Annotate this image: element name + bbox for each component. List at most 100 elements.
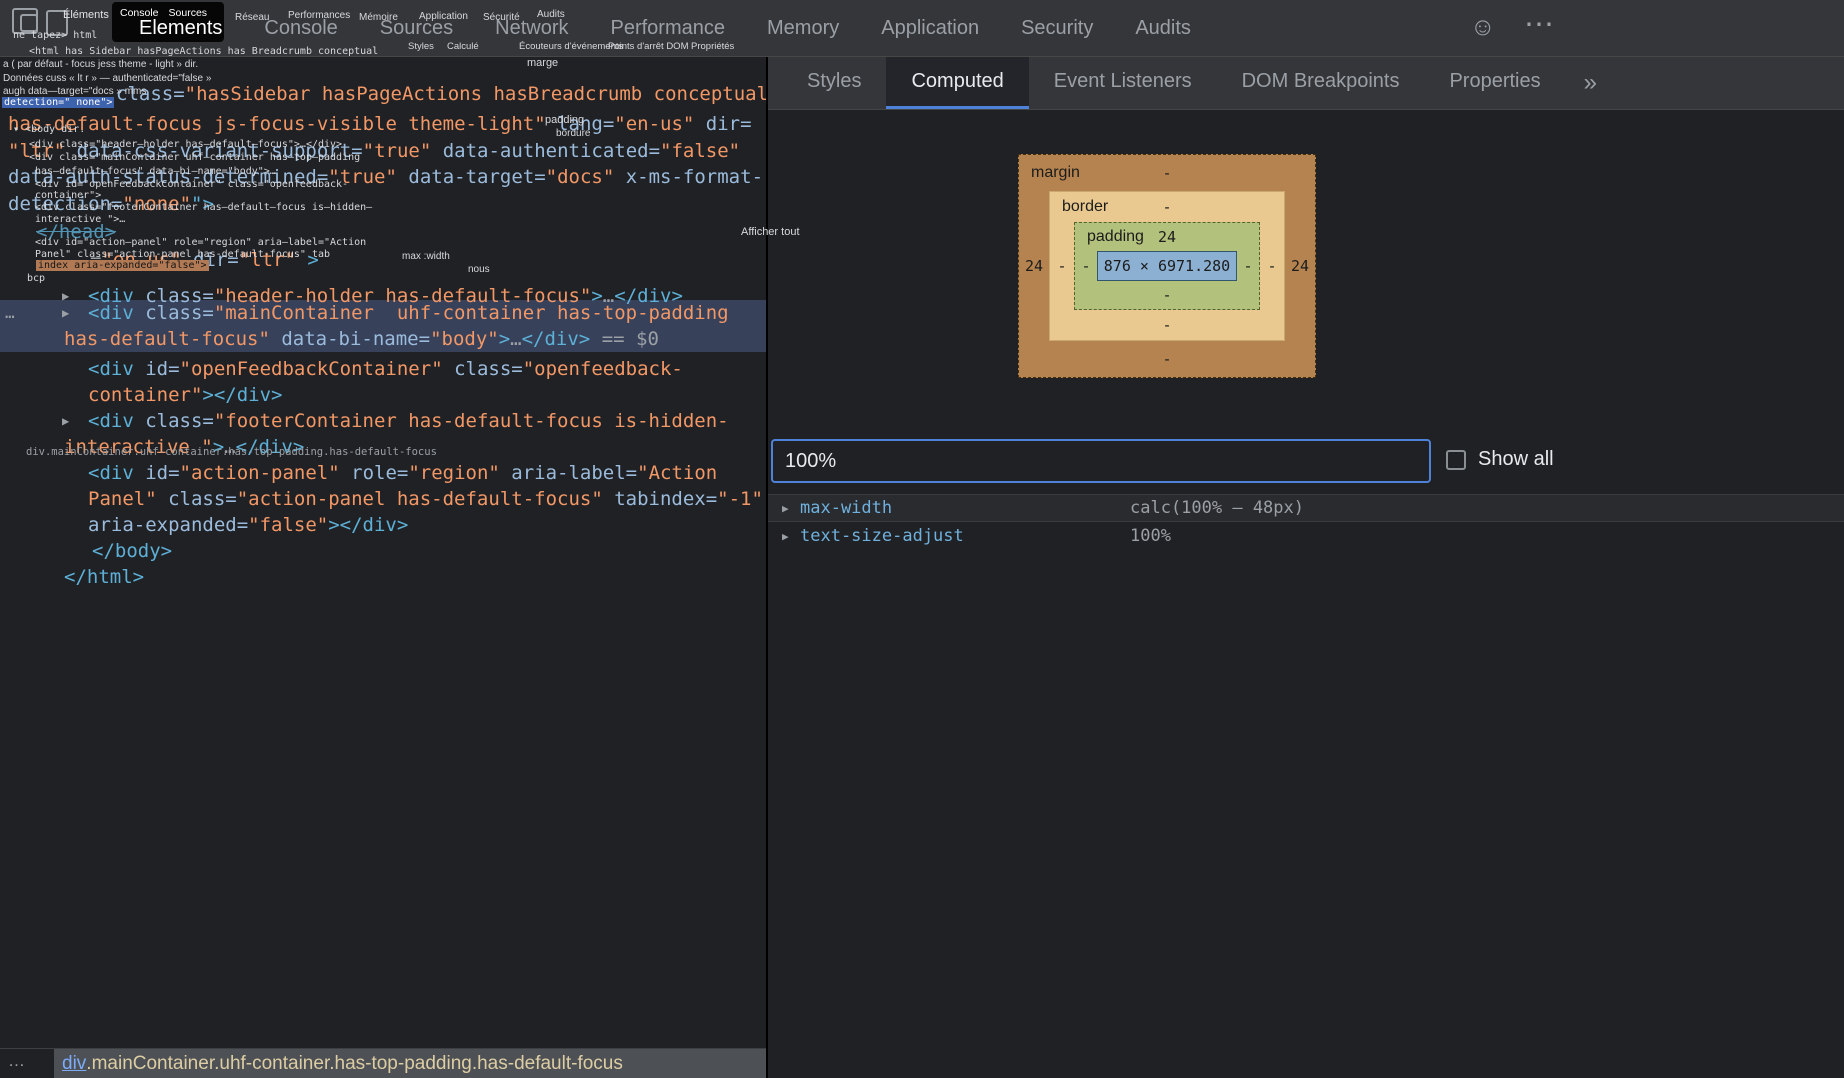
dom-line-html-attrs-5[interactable]: detection="none""> (0, 191, 766, 217)
attr-value-token: "region" (408, 462, 500, 484)
show-all-checkbox[interactable] (1446, 450, 1466, 470)
tab-computed[interactable]: Computed (886, 57, 1028, 109)
breadcrumb-overflow-icon[interactable]: … (8, 1051, 25, 1071)
elements-dom-tree[interactable]: class="hasSidebar hasPageActions hasBrea… (0, 57, 766, 1048)
tab-memory[interactable]: Memory (746, 0, 860, 57)
attr-name-token: data-css-variant-support= (65, 140, 362, 162)
attr-value-token: "none" (122, 193, 191, 215)
border-top-value[interactable]: - (1162, 198, 1171, 216)
margin-right-value[interactable]: 24 (1285, 257, 1315, 275)
breadcrumb[interactable]: div.mainContainer.uhf-container.has-top-… (54, 1049, 766, 1078)
attr-name-token: lang= (546, 113, 615, 135)
attr-name-token: data-target= (397, 166, 546, 188)
attr-name-token: class= (157, 488, 237, 510)
property-value: 100% (1130, 526, 1171, 546)
attr-name-token: aria-label= (500, 462, 637, 484)
attr-value-token: "action-panel" (180, 462, 340, 484)
attr-name-token: class= (443, 358, 523, 380)
property-value: calc(100% – 48px) (1130, 498, 1304, 518)
attr-value-token: "ltr" (8, 140, 65, 162)
border-bottom-value[interactable]: - (1162, 316, 1171, 334)
padding-left-value[interactable]: - (1075, 257, 1097, 275)
border-left-value[interactable]: - (1050, 257, 1074, 275)
tab-security[interactable]: Security (1000, 0, 1114, 57)
tab-dom-breakpoints[interactable]: DOM Breakpoints (1217, 57, 1425, 109)
computed-pane: margin - 24 border - - (768, 110, 1844, 1078)
attr-value-token: "true" (328, 166, 397, 188)
dom-node-open-feedback[interactable]: <div id="openFeedbackContainer" class="o… (0, 356, 766, 408)
margin-bottom-value[interactable]: - (1162, 350, 1171, 368)
attr-value-token: "action-panel has-default-focus" (237, 488, 603, 510)
dom-line-html-attrs-3[interactable]: "ltr" data-css-variant-support="true" da… (0, 138, 766, 164)
attr-value-token: "ltr" (239, 249, 296, 271)
padding-bottom-value[interactable]: - (1162, 286, 1171, 304)
margin-top-value[interactable]: - (1162, 164, 1171, 182)
dom-node-html-close[interactable]: </html> (0, 564, 766, 590)
dom-line-body-attrs[interactable]: ="en-us" dir="ltr" > (0, 247, 766, 273)
expand-arrow-icon[interactable]: ▶ (782, 502, 800, 515)
tag-token: ></div> (202, 384, 282, 406)
dom-line-html-attrs-2[interactable]: has-default-focus js-focus-visible theme… (0, 111, 766, 137)
dom-node-footer-container[interactable]: <div class="footerContainer has-default-… (0, 408, 766, 460)
attr-name-token: class= (145, 410, 214, 432)
computed-property-row[interactable]: ▶ max-width calc(100% – 48px) (768, 494, 1844, 522)
tag-token: </html> (64, 566, 144, 588)
tab-performance[interactable]: Performance (590, 0, 747, 57)
attr-name-token: detection= (8, 193, 122, 215)
box-model-margin[interactable]: margin - 24 border - - (1018, 154, 1316, 378)
breadcrumb-tag[interactable]: div (62, 1053, 86, 1075)
attr-value-token: "true" (363, 140, 432, 162)
panel-resize-divider[interactable] (766, 57, 768, 1078)
more-tabs-icon[interactable]: » (1566, 57, 1615, 109)
padding-right-value[interactable]: - (1237, 257, 1259, 275)
attr-name-token: dir= (694, 113, 751, 135)
more-options-icon[interactable]: ⋯ (1524, 7, 1555, 42)
tag-token: > (296, 249, 319, 271)
device-toolbar-icon[interactable] (46, 10, 68, 36)
tab-audits[interactable]: Audits (1114, 0, 1212, 57)
tab-event-listeners[interactable]: Event Listeners (1029, 57, 1217, 109)
main-tab-bar: Elements Console Sources Network Perform… (118, 0, 1212, 57)
tab-console[interactable]: Console (243, 0, 358, 57)
attr-name-token: id= (145, 462, 179, 484)
tag-token: > (499, 328, 510, 350)
computed-property-row[interactable]: ▶ text-size-adjust 100% (768, 522, 1844, 550)
border-label: border (1062, 192, 1108, 222)
tag-token: </div> (236, 436, 305, 458)
tab-network[interactable]: Network (474, 0, 589, 57)
show-all-label[interactable]: Show all (1478, 448, 1554, 471)
tag-token: <div (88, 358, 145, 380)
tab-sources[interactable]: Sources (359, 0, 474, 57)
box-model-content-size[interactable]: 876 × 6971.280 (1097, 251, 1237, 281)
attr-name-token: tabindex= (603, 488, 717, 510)
attr-name-token: data-auth-status-determined= (8, 166, 328, 188)
box-model-border[interactable]: border - - padding 24 - (1049, 191, 1285, 341)
dom-line-head-close[interactable]: </head> (0, 219, 766, 245)
tab-properties[interactable]: Properties (1424, 57, 1565, 109)
padding-label: padding (1087, 223, 1144, 251)
attr-name-token: x-ms-format- (614, 166, 763, 188)
border-right-value[interactable]: - (1260, 257, 1284, 275)
tag-token: <div (88, 410, 145, 432)
expand-arrow-icon[interactable]: ▶ (782, 530, 800, 543)
dom-node-main-container[interactable]: <div class="mainContainer uhf-container … (0, 300, 766, 352)
dom-node-body-close[interactable]: </body> (0, 538, 766, 564)
dom-line-html-attrs-1[interactable]: class="hasSidebar hasPageActions hasBrea… (0, 81, 766, 107)
attr-value-token: "false" (248, 514, 328, 536)
styles-sidebar-panel: Styles Computed Event Listeners DOM Brea… (768, 57, 1844, 1078)
property-name: text-size-adjust (800, 526, 1130, 546)
margin-left-value[interactable]: 24 (1019, 257, 1049, 275)
dom-node-action-panel[interactable]: <div id="action-panel" role="region" ari… (0, 460, 766, 538)
computed-filter-input[interactable] (771, 439, 1431, 483)
sidebar-tab-bar: Styles Computed Event Listeners DOM Brea… (768, 57, 1844, 110)
tab-styles[interactable]: Styles (782, 57, 886, 109)
tab-elements[interactable]: Elements (118, 0, 243, 57)
padding-top-value[interactable]: 24 (1158, 228, 1176, 246)
feedback-smiley-icon[interactable]: ☺ (1470, 13, 1496, 42)
dom-line-html-attrs-4[interactable]: data-auth-status-determined="true" data-… (0, 164, 766, 190)
attr-name-token: class= (145, 302, 214, 324)
tag-token: </div> (522, 328, 591, 350)
code-noise: = (90, 249, 101, 271)
tab-application[interactable]: Application (860, 0, 1000, 57)
box-model-padding[interactable]: padding 24 - 876 × 6971.280 - - (1074, 222, 1260, 310)
